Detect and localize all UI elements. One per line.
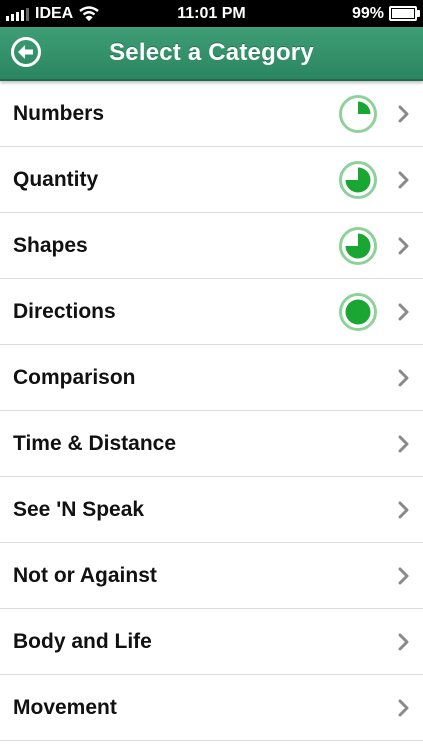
page-title: Select a Category [109,39,314,66]
chevron-right-icon [398,369,409,387]
battery-percent: 99% [351,4,384,22]
chevron-right-icon [398,237,409,255]
category-label: Quantity [13,167,99,191]
navigation-bar: Select a Category [0,27,423,81]
back-arrow-icon [18,45,33,59]
back-button[interactable] [11,37,41,67]
chevron-right-icon [398,105,409,123]
chevron-right-icon [398,567,409,585]
chevron-right-icon [398,633,409,651]
category-item[interactable]: Directions [0,279,423,345]
status-right: 99% [351,0,420,27]
category-label: Shapes [13,233,88,257]
category-list: Numbers Quantity Shapes Directions Compariso… [0,81,423,741]
chevron-right-icon [398,435,409,453]
category-item[interactable]: Quantity [0,147,423,213]
progress-pie-icon [339,95,377,133]
category-item[interactable]: Comparison [0,345,423,411]
progress-pie-icon [339,161,377,199]
chevron-right-icon [398,699,409,717]
category-item[interactable]: See 'N Speak [0,477,423,543]
category-item[interactable]: Time & Distance [0,411,423,477]
category-item[interactable]: Body and Life [0,609,423,675]
category-label: Body and Life [13,629,152,653]
wifi-icon [79,6,99,21]
category-label: Comparison [13,365,136,389]
status-time: 11:01 PM [177,4,246,22]
chevron-right-icon [398,501,409,519]
battery-icon [389,6,420,21]
category-item[interactable]: Not or Against [0,543,423,609]
progress-pie-icon [339,293,377,331]
status-left: IDEA [6,0,99,27]
category-label: Directions [13,299,116,323]
signal-icon [6,7,29,21]
chevron-right-icon [398,171,409,189]
category-label: See 'N Speak [13,497,145,521]
category-label: Numbers [13,101,105,125]
category-item[interactable]: Numbers [0,81,423,147]
category-item[interactable]: Shapes [0,213,423,279]
category-label: Not or Against [13,563,157,587]
carrier-name: IDEA [35,4,74,22]
status-bar: IDEA 11:01 PM 99% [0,0,423,27]
category-label: Time & Distance [13,431,177,455]
progress-pie-icon [339,227,377,265]
category-label: Movement [13,695,117,719]
category-item[interactable]: Movement [0,675,423,741]
chevron-right-icon [398,303,409,321]
